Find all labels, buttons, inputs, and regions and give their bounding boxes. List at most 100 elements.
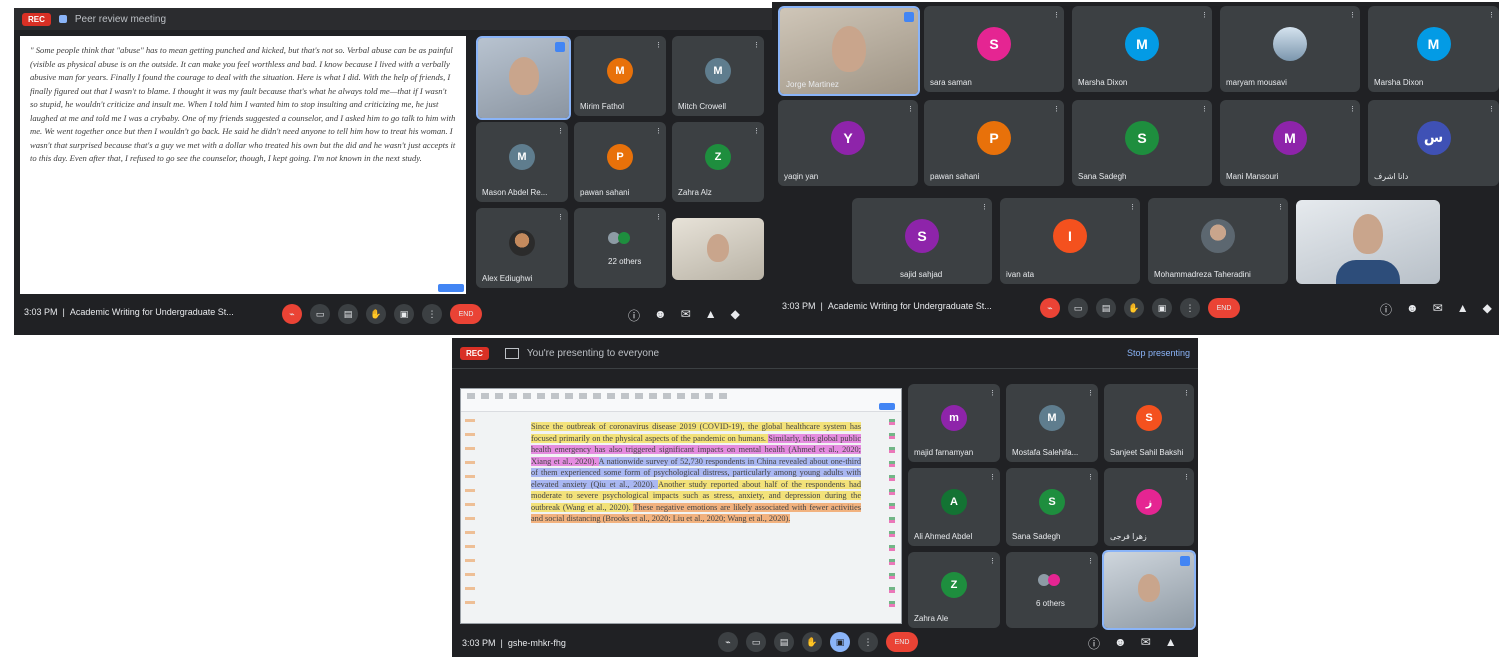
more-options-button[interactable]: ⋮ xyxy=(858,632,878,652)
info-icon[interactable]: ⓘ xyxy=(1380,301,1392,318)
chat-icon[interactable]: ✉ xyxy=(681,307,691,324)
info-icon[interactable]: ⓘ xyxy=(1088,635,1100,652)
activities-icon[interactable]: ▲ xyxy=(1457,301,1469,318)
participant-tile[interactable]: ⁝ Alex Ediughwi xyxy=(476,208,568,288)
side-controls: ⓘ ☻ ✉ ▲ ◆ xyxy=(628,307,740,324)
video-tile[interactable] xyxy=(1296,200,1440,284)
doc-scroll-button[interactable] xyxy=(438,284,464,292)
avatar: M xyxy=(1039,405,1065,432)
participant-tile[interactable]: ⁝ M Mani Mansouri xyxy=(1220,100,1360,186)
shared-screen[interactable]: Since the outbreak of coronavirus diseas… xyxy=(460,388,902,624)
shared-document[interactable]: " Some people think that "abuse" has to … xyxy=(20,36,466,294)
present-button[interactable]: ▣ xyxy=(1152,298,1172,318)
raise-hand-button[interactable]: ✋ xyxy=(1124,298,1144,318)
editor-zoom-button[interactable] xyxy=(879,403,895,410)
raise-hand-button[interactable]: ✋ xyxy=(802,632,822,652)
captions-button[interactable]: ▤ xyxy=(338,304,358,324)
mic-toggle-button[interactable]: ⌁ xyxy=(1040,298,1060,318)
participant-tile[interactable]: ⁝ S Sana Sadegh xyxy=(1072,100,1212,186)
control-buttons: ⌁ ▭ ▤ ✋ ▣ ⋮ END xyxy=(1040,298,1240,318)
participant-tile[interactable]: ⁝ S Sana Sadegh xyxy=(1006,468,1098,546)
mic-muted-icon: ⁝ xyxy=(755,40,758,50)
people-icon[interactable]: ☻ xyxy=(1406,301,1419,318)
host-controls-icon[interactable]: ◆ xyxy=(1483,301,1492,318)
camera-toggle-button[interactable]: ▭ xyxy=(310,304,330,324)
participant-tile[interactable]: ⁝ M Marsha Dixon xyxy=(1368,6,1499,92)
mic-toggle-button[interactable]: ⌁ xyxy=(282,304,302,324)
participant-tile[interactable]: ⁝ M Mitch Crowell xyxy=(672,36,764,116)
participant-name: majid farnamyan xyxy=(914,448,974,457)
camera-toggle-button[interactable]: ▭ xyxy=(1068,298,1088,318)
mic-muted-icon: ⁝ xyxy=(755,126,758,136)
participant-tile[interactable]: ⁝ Mohammadreza Taheradini xyxy=(1148,198,1288,284)
avatar: m xyxy=(941,405,967,432)
pin-icon[interactable] xyxy=(904,12,914,22)
participant-tile[interactable]: ⁝ m majid farnamyan xyxy=(908,384,1000,462)
participant-tile[interactable]: ⁝ M Mostafa Salehifa... xyxy=(1006,384,1098,462)
participant-tile[interactable]: ⁝ P pawan sahani xyxy=(924,100,1064,186)
participant-tile[interactable]: ⁝ Y yaqin yan xyxy=(778,100,918,186)
captions-button[interactable]: ▤ xyxy=(1096,298,1116,318)
participant-name: Alex Ediughwi xyxy=(482,274,533,283)
pin-icon[interactable] xyxy=(1180,556,1190,566)
participant-name: 22 others xyxy=(608,257,642,266)
activities-icon[interactable]: ▲ xyxy=(1165,635,1177,652)
raise-hand-button[interactable]: ✋ xyxy=(366,304,386,324)
avatar: Z xyxy=(941,572,967,599)
participant-tile[interactable]: ⁝ Z Zahra Ale xyxy=(908,552,1000,628)
participant-name: 6 others xyxy=(1036,599,1065,608)
stop-presenting-button[interactable]: Stop presenting xyxy=(1127,348,1190,358)
participant-tile[interactable]: ⁝ P pawan sahani xyxy=(574,122,666,202)
self-video-tile[interactable]: Jorge Martinez xyxy=(778,6,920,96)
mic-muted-icon: ⁝ xyxy=(991,472,994,482)
participant-tile[interactable]: ⁝ M Marsha Dixon xyxy=(1072,6,1212,92)
meet-window-3: REC You're presenting to everyone Stop p… xyxy=(452,338,1198,657)
meet-window-1: REC Peer review meeting " Some people th… xyxy=(14,8,774,335)
others-tile[interactable]: ⁝ 6 others xyxy=(1006,552,1098,628)
participant-tile[interactable]: ⁝ M Mirim Fathol xyxy=(574,36,666,116)
present-button[interactable]: ▣ xyxy=(394,304,414,324)
self-video-tile[interactable] xyxy=(476,36,571,120)
participant-tile[interactable]: ⁝ س دانا اشرف xyxy=(1368,100,1499,186)
avatar: S xyxy=(1039,489,1065,516)
participant-tile[interactable]: ⁝ S sara saman xyxy=(924,6,1064,92)
mic-muted-icon: ⁝ xyxy=(1055,10,1058,20)
participant-tile[interactable]: ⁝ M Mason Abdel Re... xyxy=(476,122,568,202)
participant-name: دانا اشرف xyxy=(1374,172,1409,181)
participant-tile[interactable]: ⁝ ز زهرا فرجی xyxy=(1104,468,1194,546)
camera-toggle-button[interactable]: ▭ xyxy=(746,632,766,652)
people-icon[interactable]: ☻ xyxy=(654,307,667,324)
more-options-button[interactable]: ⋮ xyxy=(1180,298,1200,318)
participant-tile[interactable]: ⁝ maryam mousavi xyxy=(1220,6,1360,92)
participant-tile[interactable]: ⁝ I ivan ata xyxy=(1000,198,1140,284)
chat-icon[interactable]: ✉ xyxy=(1141,635,1151,652)
participant-tile[interactable]: ⁝ S Sanjeet Sahil Bakshi xyxy=(1104,384,1194,462)
captions-button[interactable]: ▤ xyxy=(774,632,794,652)
avatar-photo xyxy=(509,230,535,257)
participant-name: Zahra Alz xyxy=(678,188,712,197)
info-icon[interactable]: ⓘ xyxy=(628,307,640,324)
end-call-button[interactable]: END xyxy=(886,632,918,652)
participant-tile[interactable]: ⁝ S sajid sahjad xyxy=(852,198,992,284)
participant-tile[interactable]: ⁝ Z Zahra Alz xyxy=(672,122,764,202)
pin-icon[interactable] xyxy=(555,42,565,52)
avatar: S xyxy=(977,26,1011,61)
participant-name: Marsha Dixon xyxy=(1374,78,1424,87)
end-call-button[interactable]: END xyxy=(450,304,482,324)
end-call-button[interactable]: END xyxy=(1208,298,1240,318)
chat-icon[interactable]: ✉ xyxy=(1433,301,1443,318)
activities-icon[interactable]: ▲ xyxy=(705,307,717,324)
host-controls-icon[interactable]: ◆ xyxy=(731,307,740,324)
participant-name: Jorge Martinez xyxy=(786,80,839,89)
participant-tile[interactable]: ⁝ A Ali Ahmed Abdel xyxy=(908,468,1000,546)
people-icon[interactable]: ☻ xyxy=(1114,635,1127,652)
self-video-tile[interactable] xyxy=(1102,550,1196,630)
avatar: M xyxy=(1416,26,1451,61)
video-tile[interactable] xyxy=(672,218,764,280)
mic-toggle-button[interactable]: ⌁ xyxy=(718,632,738,652)
more-options-button[interactable]: ⋮ xyxy=(422,304,442,324)
meet-icon xyxy=(58,15,67,23)
others-tile[interactable]: ⁝ 22 others xyxy=(574,208,666,288)
present-button[interactable]: ▣ xyxy=(830,632,850,652)
participant-name: Mitch Crowell xyxy=(678,102,727,111)
